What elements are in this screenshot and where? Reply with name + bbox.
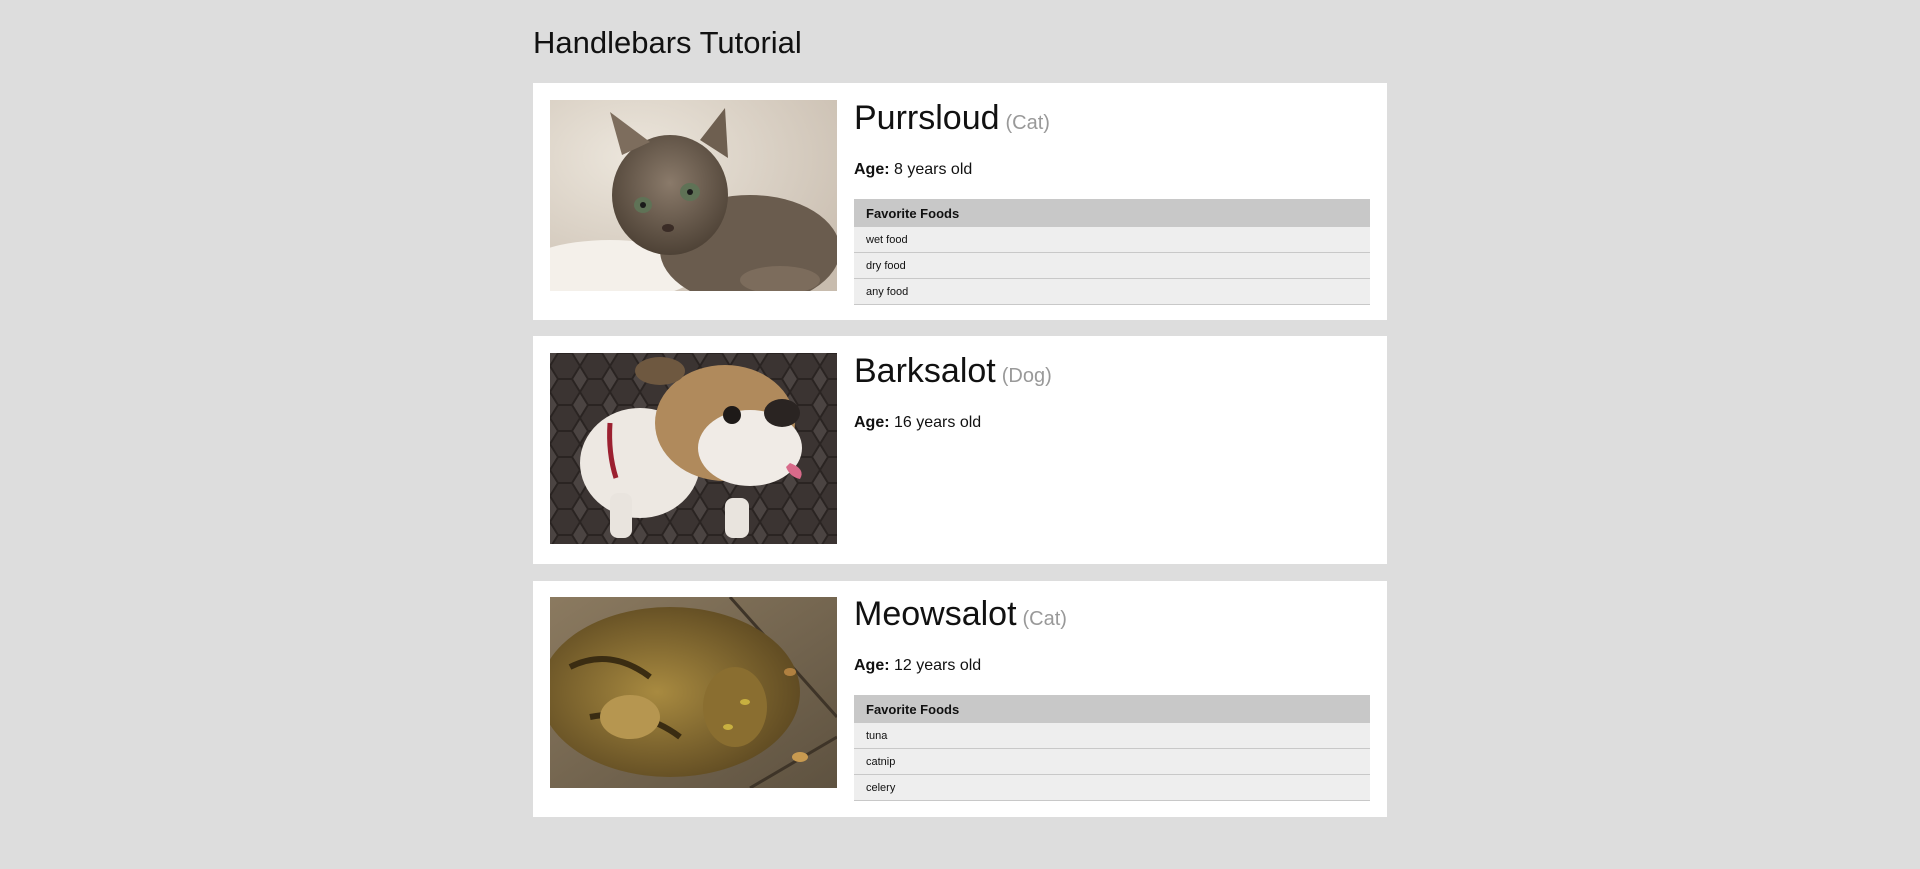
page-title: Handlebars Tutorial xyxy=(533,25,802,60)
food-item: catnip xyxy=(854,748,1370,775)
pet-card-meowsalot: Meowsalot (Cat) Age: 12 years old Favorit… xyxy=(533,581,1387,817)
table-row: celery xyxy=(854,774,1370,801)
table-row: wet food xyxy=(854,227,1370,253)
pet-card-barksalot: Barksalot (Dog) Age: 16 years old xyxy=(533,336,1387,564)
pet-card-purrsloud: Purrsloud (Cat) Age: 8 years old Favorite… xyxy=(533,83,1387,320)
age-label: Age: xyxy=(854,161,890,178)
pet-age: Age: 12 years old xyxy=(854,656,1370,676)
bulldog-photo xyxy=(550,353,837,544)
food-item: tuna xyxy=(854,723,1370,749)
table-header: Favorite Foods xyxy=(854,199,1370,227)
tabby-cat-photo xyxy=(550,597,837,788)
pet-heading: Meowsalot (Cat) xyxy=(854,593,1370,640)
favorite-foods-table: Favorite Foods wet food dry food any foo… xyxy=(854,199,1370,305)
table-row: catnip xyxy=(854,748,1370,775)
pet-name: Purrsloud xyxy=(854,99,1000,137)
pet-info: Meowsalot (Cat) Age: 12 years old Favorit… xyxy=(854,593,1370,801)
food-item: any food xyxy=(854,278,1370,305)
table-row: tuna xyxy=(854,723,1370,749)
table-header: Favorite Foods xyxy=(854,695,1370,723)
pet-age: Age: 16 years old xyxy=(854,413,1370,433)
age-value: 8 years old xyxy=(894,161,973,178)
age-value: 16 years old xyxy=(894,414,982,431)
pet-species: (Dog) xyxy=(1001,365,1052,387)
age-label: Age: xyxy=(854,657,890,674)
age-label: Age: xyxy=(854,414,890,431)
pet-species: (Cat) xyxy=(1022,608,1067,630)
food-item: wet food xyxy=(854,227,1370,253)
pet-heading: Barksalot (Dog) xyxy=(854,350,1370,397)
table-row: dry food xyxy=(854,252,1370,279)
pet-name: Meowsalot xyxy=(854,595,1017,633)
kitten-photo xyxy=(550,100,837,291)
age-value: 12 years old xyxy=(894,657,982,674)
table-row: any food xyxy=(854,278,1370,305)
pet-info: Barksalot (Dog) Age: 16 years old xyxy=(854,350,1370,433)
pet-age: Age: 8 years old xyxy=(854,160,1370,180)
food-item: dry food xyxy=(854,252,1370,279)
food-item: celery xyxy=(854,774,1370,801)
pet-species: (Cat) xyxy=(1005,112,1050,134)
pet-name: Barksalot xyxy=(854,352,996,390)
pet-info: Purrsloud (Cat) Age: 8 years old Favorite… xyxy=(854,97,1370,305)
favorite-foods-table: Favorite Foods tuna catnip celery xyxy=(854,695,1370,801)
pet-heading: Purrsloud (Cat) xyxy=(854,97,1370,144)
